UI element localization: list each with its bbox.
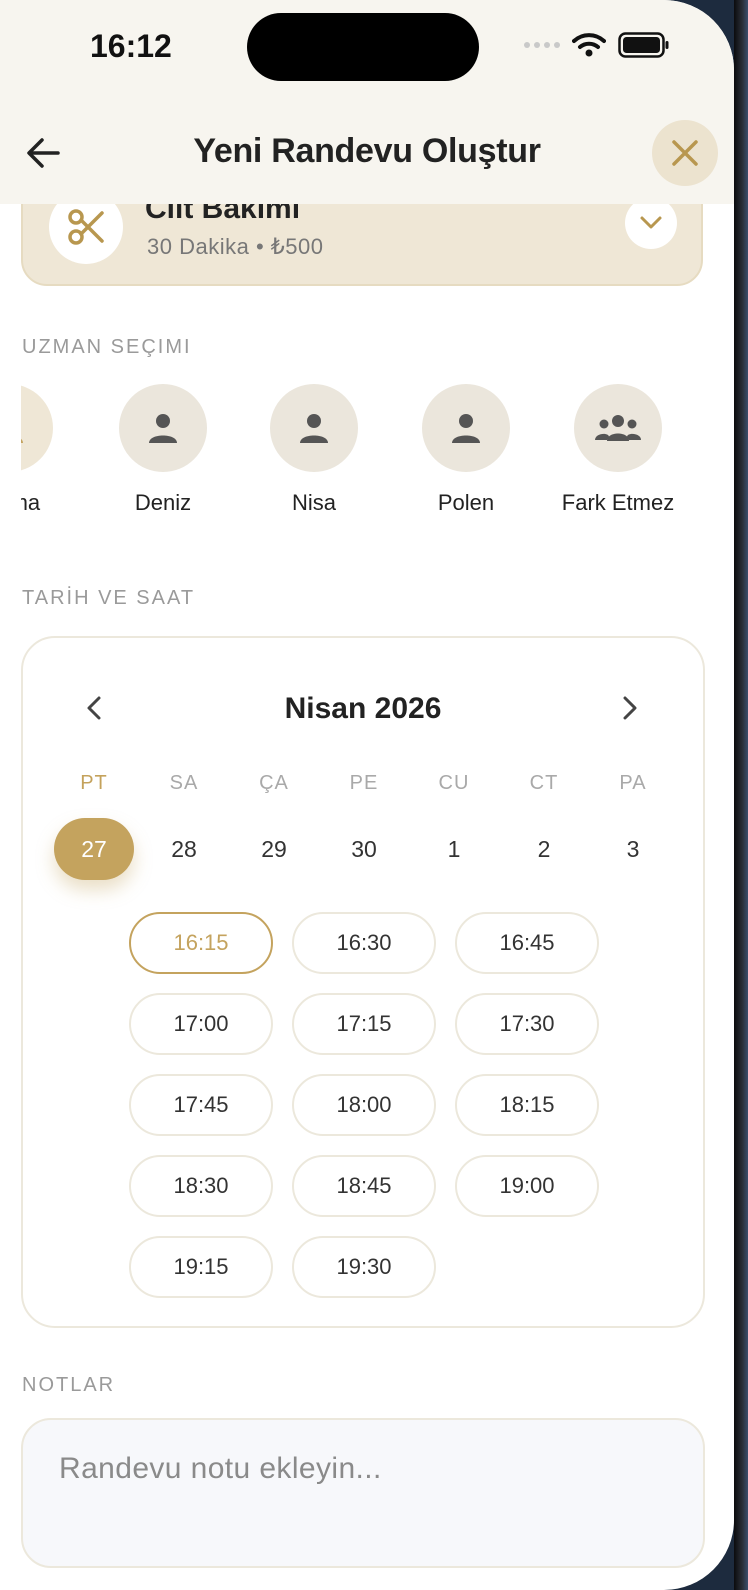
expert-item-polen[interactable]: Polen — [386, 384, 546, 514]
section-label-notes: NOTLAR — [22, 1374, 116, 1396]
section-label-datetime: TARİH VE SAAT — [22, 587, 196, 609]
weekday-label: PA — [619, 772, 647, 794]
expert-name: Nisa — [291, 490, 336, 514]
weekday-label: CU — [438, 772, 470, 794]
expert-item-fatma[interactable]: Fatma — [21, 384, 89, 514]
weekday-label: CT — [529, 772, 559, 794]
calendar-day[interactable]: 1 — [414, 818, 494, 880]
chevron-down-icon[interactable] — [625, 197, 677, 249]
calendar-day-selected[interactable]: 27 — [54, 818, 134, 880]
calendar-day[interactable]: 29 — [234, 818, 314, 880]
battery-icon — [618, 32, 669, 58]
calendar-day[interactable]: 3 — [593, 818, 673, 880]
app-header: 16:12 Yeni Randevu Oluştur — [0, 0, 734, 204]
page-title: Yeni Randevu Oluştur — [193, 132, 541, 170]
chevron-right-icon[interactable] — [613, 692, 645, 724]
time-slot-selected[interactable]: 16:15 — [129, 912, 273, 974]
time-slot[interactable]: 17:45 — [129, 1074, 273, 1136]
weekday-label: PE — [349, 772, 379, 794]
expert-item-fark-etmez[interactable]: Fark Etmez — [538, 384, 698, 514]
expert-name: Fark Etmez — [561, 490, 675, 514]
calendar-day[interactable]: 30 — [324, 818, 404, 880]
expert-item-nisa[interactable]: Nisa — [234, 384, 394, 514]
person-icon — [270, 384, 358, 472]
status-time: 16:12 — [90, 28, 172, 64]
time-slot[interactable]: 18:15 — [455, 1074, 599, 1136]
time-slot[interactable]: 17:15 — [292, 993, 436, 1055]
calendar-card: Nisan 2026 PT SA ÇA PE CU CT PA 27 28 29… — [21, 636, 705, 1328]
expert-name: Polen — [437, 490, 495, 514]
expert-name: Fatma — [21, 490, 41, 514]
notes-placeholder: Randevu notu ekleyin... — [59, 1452, 382, 1485]
person-icon — [119, 384, 207, 472]
close-icon — [672, 140, 698, 166]
service-meta: 30 Dakika • ₺500 — [147, 234, 324, 259]
close-button[interactable] — [652, 120, 718, 186]
time-slot[interactable]: 17:30 — [455, 993, 599, 1055]
calendar-day[interactable]: 28 — [144, 818, 224, 880]
calendar-month: Nisan 2026 — [284, 692, 442, 725]
time-slot[interactable]: 19:15 — [129, 1236, 273, 1298]
time-slot[interactable]: 18:00 — [292, 1074, 436, 1136]
wifi-icon — [572, 33, 606, 57]
section-label-experts: UZMAN SEÇIMI — [22, 336, 192, 358]
time-slot[interactable]: 18:30 — [129, 1155, 273, 1217]
notes-input[interactable]: Randevu notu ekleyin... — [21, 1418, 705, 1568]
app-screen: Cilt Bakımı 30 Dakika • ₺500 16:12 Yeni … — [0, 0, 734, 1590]
time-slot[interactable]: 17:00 — [129, 993, 273, 1055]
status-icons — [524, 32, 670, 58]
expert-name: Deniz — [134, 490, 192, 514]
device-frame-edge — [734, 0, 748, 1590]
time-slot[interactable]: 16:45 — [455, 912, 599, 974]
person-icon — [21, 384, 53, 472]
weekday-label: SA — [169, 772, 199, 794]
expert-list: Fatma Deniz Nisa Polen — [21, 384, 711, 514]
time-slot[interactable]: 16:30 — [292, 912, 436, 974]
person-icon — [422, 384, 510, 472]
time-slot[interactable]: 19:30 — [292, 1236, 436, 1298]
expert-item-deniz[interactable]: Deniz — [83, 384, 243, 514]
time-slot[interactable]: 18:45 — [292, 1155, 436, 1217]
calendar-day[interactable]: 2 — [504, 818, 584, 880]
weekday-label: ÇA — [259, 772, 289, 794]
dynamic-island — [247, 13, 479, 81]
signal-icon — [524, 42, 560, 48]
group-icon — [574, 384, 662, 472]
time-slot[interactable]: 19:00 — [455, 1155, 599, 1217]
weekday-label: PT — [80, 772, 108, 794]
